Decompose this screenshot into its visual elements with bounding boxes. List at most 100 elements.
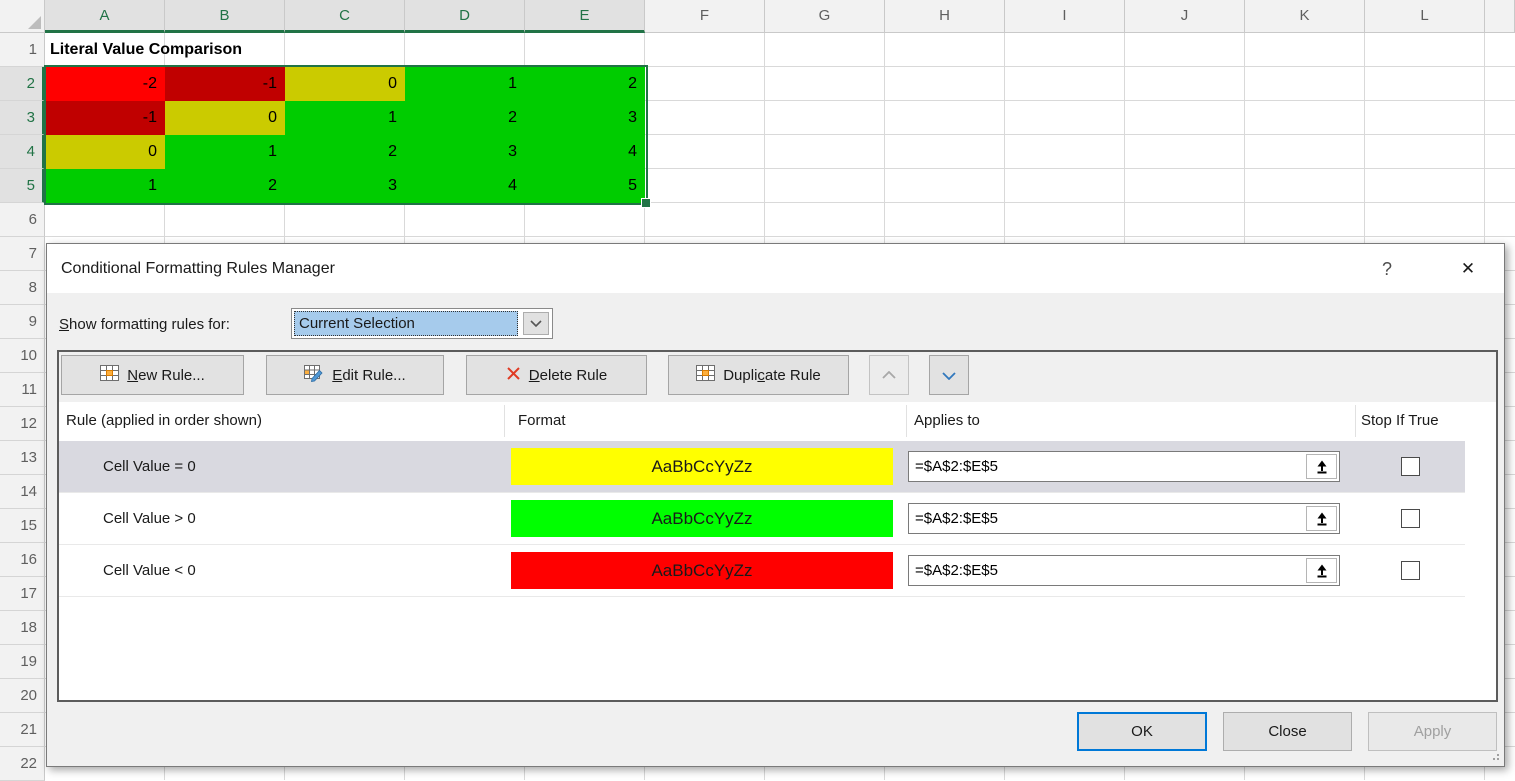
cell-A5[interactable]: 1	[45, 169, 165, 203]
rules-list-panel: New Rule... Edit Rule... Delete Rule Duplic…	[57, 350, 1498, 702]
column-header-partial[interactable]	[1485, 0, 1515, 33]
toolbar-button-delete-rule[interactable]: Delete Rule	[466, 355, 647, 395]
column-header-format: Format	[518, 402, 566, 440]
row-header-18[interactable]: 18	[0, 611, 45, 645]
cell-C2[interactable]: 0	[285, 67, 405, 101]
cell-C3[interactable]: 1	[285, 101, 405, 135]
collapse-dialog-button[interactable]	[1306, 454, 1337, 479]
toolbar-button-label: Delete Rule	[529, 367, 607, 384]
cell-E4[interactable]: 4	[525, 135, 645, 169]
row-header-17[interactable]: 17	[0, 577, 45, 611]
cell-B2[interactable]: -1	[165, 67, 285, 101]
close-icon[interactable]: ✕	[1448, 254, 1488, 284]
header-separator	[906, 405, 907, 437]
toolbar-button-edit-rule[interactable]: Edit Rule...	[266, 355, 444, 395]
move-rule-down-button[interactable]	[929, 355, 969, 395]
column-header-D[interactable]: D	[405, 0, 525, 33]
collapse-dialog-button[interactable]	[1306, 558, 1337, 583]
red-x-icon	[506, 366, 521, 385]
apply-button: Apply	[1368, 712, 1497, 751]
row-header-20[interactable]: 20	[0, 679, 45, 713]
rule-row[interactable]: Cell Value = 0AaBbCcYyZz=$A$2:$E$5	[59, 441, 1465, 493]
row-header-9[interactable]: 9	[0, 305, 45, 339]
cell-A4[interactable]: 0	[45, 135, 165, 169]
edit-pencil-icon	[304, 365, 324, 386]
row-header-13[interactable]: 13	[0, 441, 45, 475]
cell-C4[interactable]: 2	[285, 135, 405, 169]
collapse-dialog-button[interactable]	[1306, 506, 1337, 531]
show-rules-label: Show formatting rules for:	[59, 309, 230, 340]
applies-to-field[interactable]: =$A$2:$E$5	[908, 503, 1340, 534]
row-header-6[interactable]: 6	[0, 203, 45, 237]
cell-D3[interactable]: 2	[405, 101, 525, 135]
row-header-11[interactable]: 11	[0, 373, 45, 407]
rule-row[interactable]: Cell Value < 0AaBbCcYyZz=$A$2:$E$5	[59, 545, 1465, 597]
rules-toolbar: New Rule... Edit Rule... Delete Rule Duplic…	[59, 352, 1496, 402]
toolbar-button-new-rule[interactable]: New Rule...	[61, 355, 244, 395]
help-button[interactable]: ?	[1371, 254, 1403, 284]
stop-if-true-checkbox[interactable]	[1401, 457, 1420, 476]
applies-to-field[interactable]: =$A$2:$E$5	[908, 451, 1340, 482]
row-header-7[interactable]: 7	[0, 237, 45, 271]
column-header-L[interactable]: L	[1365, 0, 1485, 33]
row-header-10[interactable]: 10	[0, 339, 45, 373]
column-header-K[interactable]: K	[1245, 0, 1365, 33]
column-header-B[interactable]: B	[165, 0, 285, 33]
row-header-22[interactable]: 22	[0, 747, 45, 781]
collapse-range-icon	[1314, 462, 1330, 479]
cell-D5[interactable]: 4	[405, 169, 525, 203]
cell-E5[interactable]: 5	[525, 169, 645, 203]
row-header-5[interactable]: 5	[0, 169, 45, 203]
row-header-4[interactable]: 4	[0, 135, 45, 169]
cell-D4[interactable]: 3	[405, 135, 525, 169]
column-header-J[interactable]: J	[1125, 0, 1245, 33]
stop-if-true-checkbox[interactable]	[1401, 561, 1420, 580]
row-header-1[interactable]: 1	[0, 33, 45, 67]
cell-B4[interactable]: 1	[165, 135, 285, 169]
chevron-up-icon	[882, 367, 896, 384]
table-grid-icon	[100, 365, 119, 385]
cell-B5[interactable]: 2	[165, 169, 285, 203]
applies-to-field[interactable]: =$A$2:$E$5	[908, 555, 1340, 586]
row-header-15[interactable]: 15	[0, 509, 45, 543]
row-header-3[interactable]: 3	[0, 101, 45, 135]
close-button[interactable]: Close	[1223, 712, 1352, 751]
fill-handle[interactable]	[641, 198, 651, 208]
cell-A1[interactable]: Literal Value Comparison	[50, 33, 650, 67]
stop-if-true-checkbox[interactable]	[1401, 509, 1420, 528]
row-header-8[interactable]: 8	[0, 271, 45, 305]
row-header-2[interactable]: 2	[0, 67, 45, 101]
rule-format-preview: AaBbCcYyZz	[511, 552, 893, 589]
dropdown-selected-value: Current Selection	[294, 311, 518, 336]
applies-to-formula: =$A$2:$E$5	[915, 556, 998, 585]
toolbar-button-duplicate-rule[interactable]: Duplicate Rule	[668, 355, 849, 395]
cell-A2[interactable]: -2	[45, 67, 165, 101]
ok-button[interactable]: OK	[1077, 712, 1207, 751]
cell-A3[interactable]: -1	[45, 101, 165, 135]
row-header-12[interactable]: 12	[0, 407, 45, 441]
collapse-range-icon	[1314, 566, 1330, 583]
move-rule-up-button[interactable]	[869, 355, 909, 395]
column-header-I[interactable]: I	[1005, 0, 1125, 33]
select-all-corner[interactable]	[0, 0, 45, 33]
row-header-16[interactable]: 16	[0, 543, 45, 577]
resize-grip[interactable]	[1489, 750, 1499, 760]
column-header-H[interactable]: H	[885, 0, 1005, 33]
row-header-14[interactable]: 14	[0, 475, 45, 509]
column-header-E[interactable]: E	[525, 0, 645, 33]
cell-E2[interactable]: 2	[525, 67, 645, 101]
cell-C5[interactable]: 3	[285, 169, 405, 203]
row-header-19[interactable]: 19	[0, 645, 45, 679]
row-header-21[interactable]: 21	[0, 713, 45, 747]
show-rules-dropdown[interactable]: Current Selection	[291, 308, 553, 339]
cell-E3[interactable]: 3	[525, 101, 645, 135]
column-header-A[interactable]: A	[45, 0, 165, 33]
cell-B3[interactable]: 0	[165, 101, 285, 135]
rule-row[interactable]: Cell Value > 0AaBbCcYyZz=$A$2:$E$5	[59, 493, 1465, 545]
chevron-down-icon[interactable]	[523, 312, 549, 335]
column-header-C[interactable]: C	[285, 0, 405, 33]
column-header-F[interactable]: F	[645, 0, 765, 33]
select-all-triangle-icon	[28, 16, 41, 29]
cell-D2[interactable]: 1	[405, 67, 525, 101]
column-header-G[interactable]: G	[765, 0, 885, 33]
